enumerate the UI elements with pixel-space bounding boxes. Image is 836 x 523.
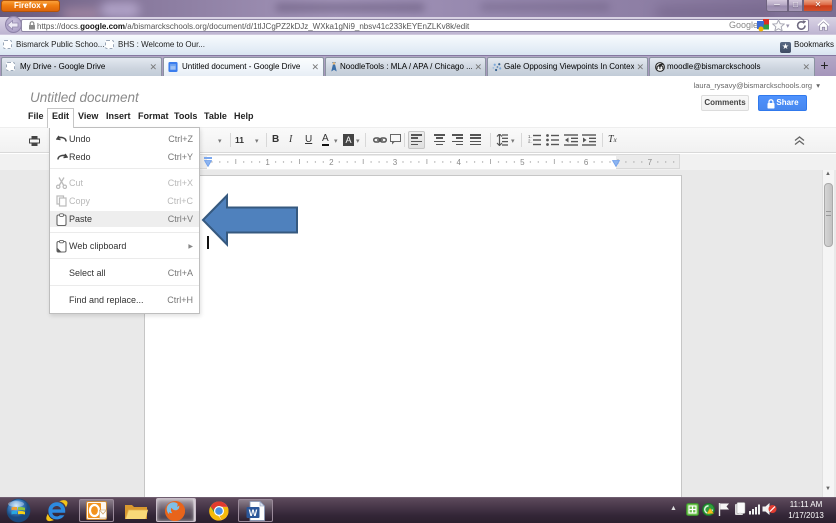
svg-text:5: 5 [520,158,525,167]
svg-text:1: 1 [265,158,270,167]
svg-text:2: 2 [329,158,334,167]
svg-text:3: 3 [393,158,398,167]
svg-text:6: 6 [584,158,589,167]
svg-text:W: W [249,508,258,518]
svg-text:4: 4 [456,158,461,167]
svg-text:2.: 2. [528,139,532,144]
svg-text:7: 7 [648,158,653,167]
